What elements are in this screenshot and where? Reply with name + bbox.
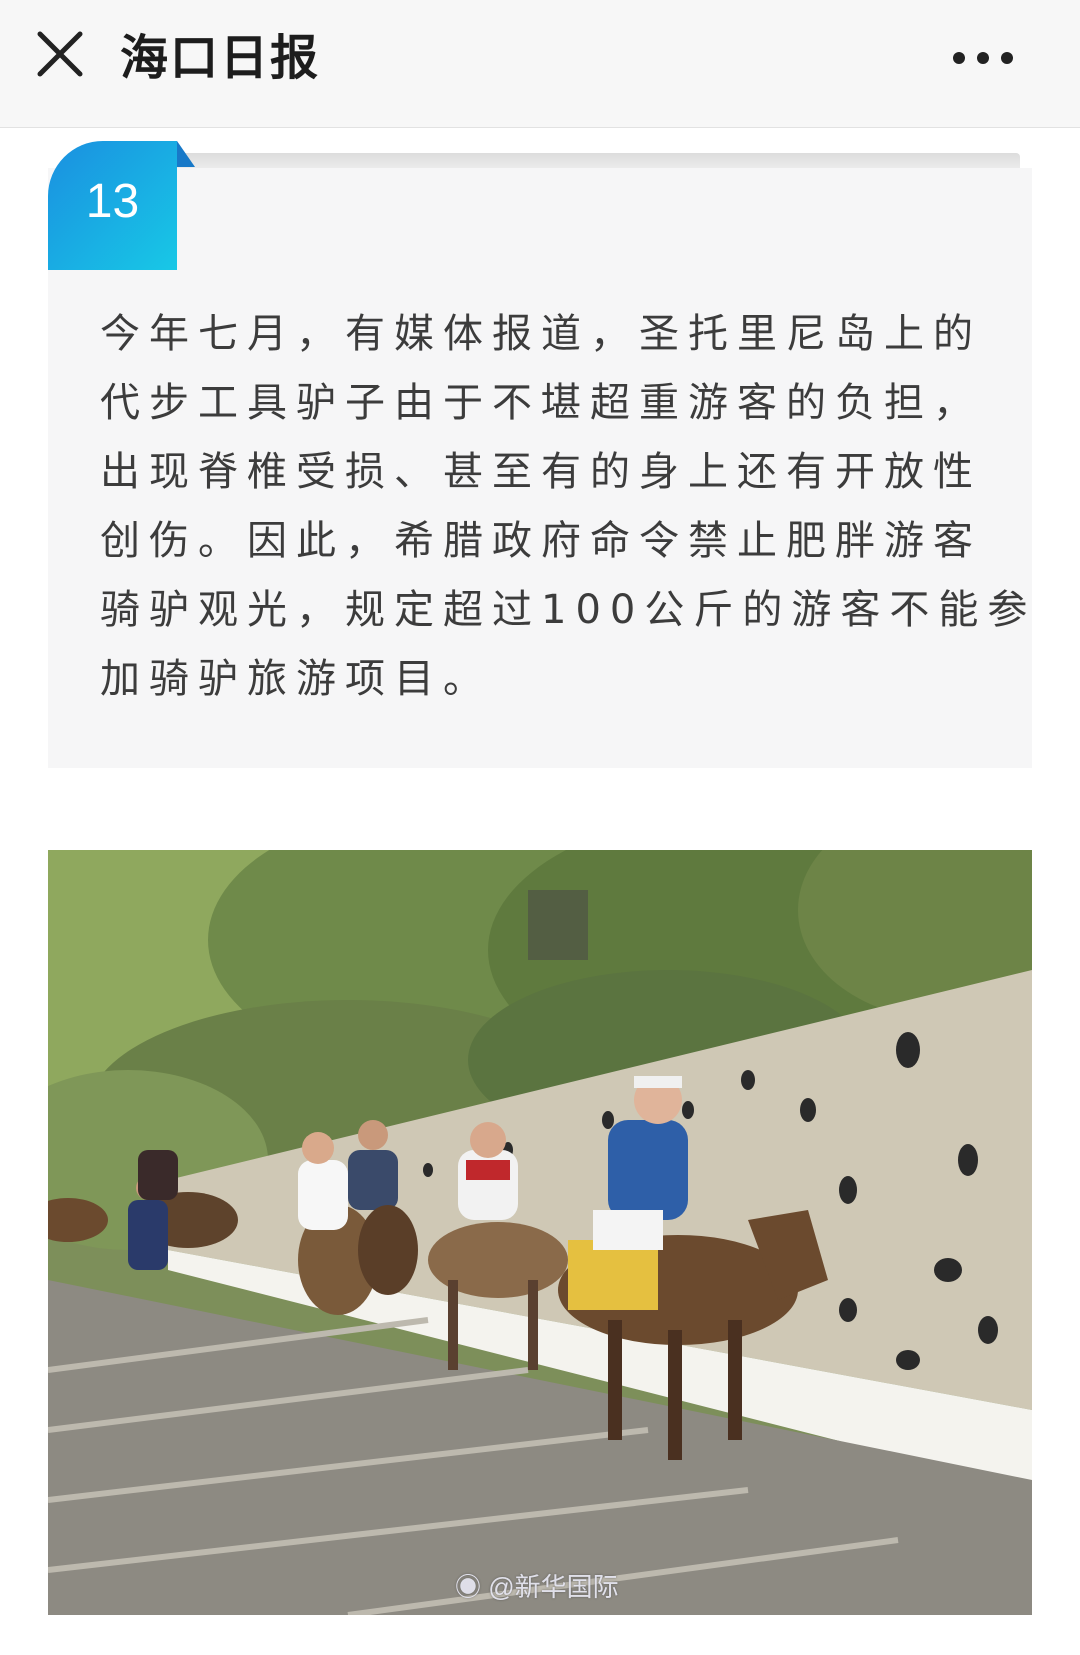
photo-donkeys-image[interactable] [48,850,1032,1615]
item-number: 13 [85,175,140,228]
top-bar: 海口日报 [0,0,1080,128]
close-icon[interactable] [30,24,90,84]
badge-fold [177,141,195,167]
paragraph-line: 今年七月，有媒体报道，圣托里尼岛上的 [100,311,982,357]
photo-watermark: ◉ @新华国际 [455,1567,619,1604]
weibo-icon: ◉ [455,1572,482,1602]
paragraph-line: 骑驴观光，规定超过100公斤的游客不能参 [100,587,1037,633]
watermark-text: @新华国际 [488,1572,619,1602]
more-icon[interactable] [946,40,1020,76]
paragraph-line: 创伤。因此，希腊政府命令禁止肥胖游客 [100,518,982,564]
paragraph-line: 代步工具驴子由于不堪超重游客的负担， [100,380,982,426]
paragraph-line: 加骑驴旅游项目。 [100,656,492,702]
page-title: 海口日报 [120,30,321,86]
article-paragraph: 今年七月，有媒体报道，圣托里尼岛上的 代步工具驴子由于不堪超重游客的负担， 出现… [100,300,1037,714]
paragraph-line: 出现脊椎受损、甚至有的身上还有开放性 [100,449,982,495]
